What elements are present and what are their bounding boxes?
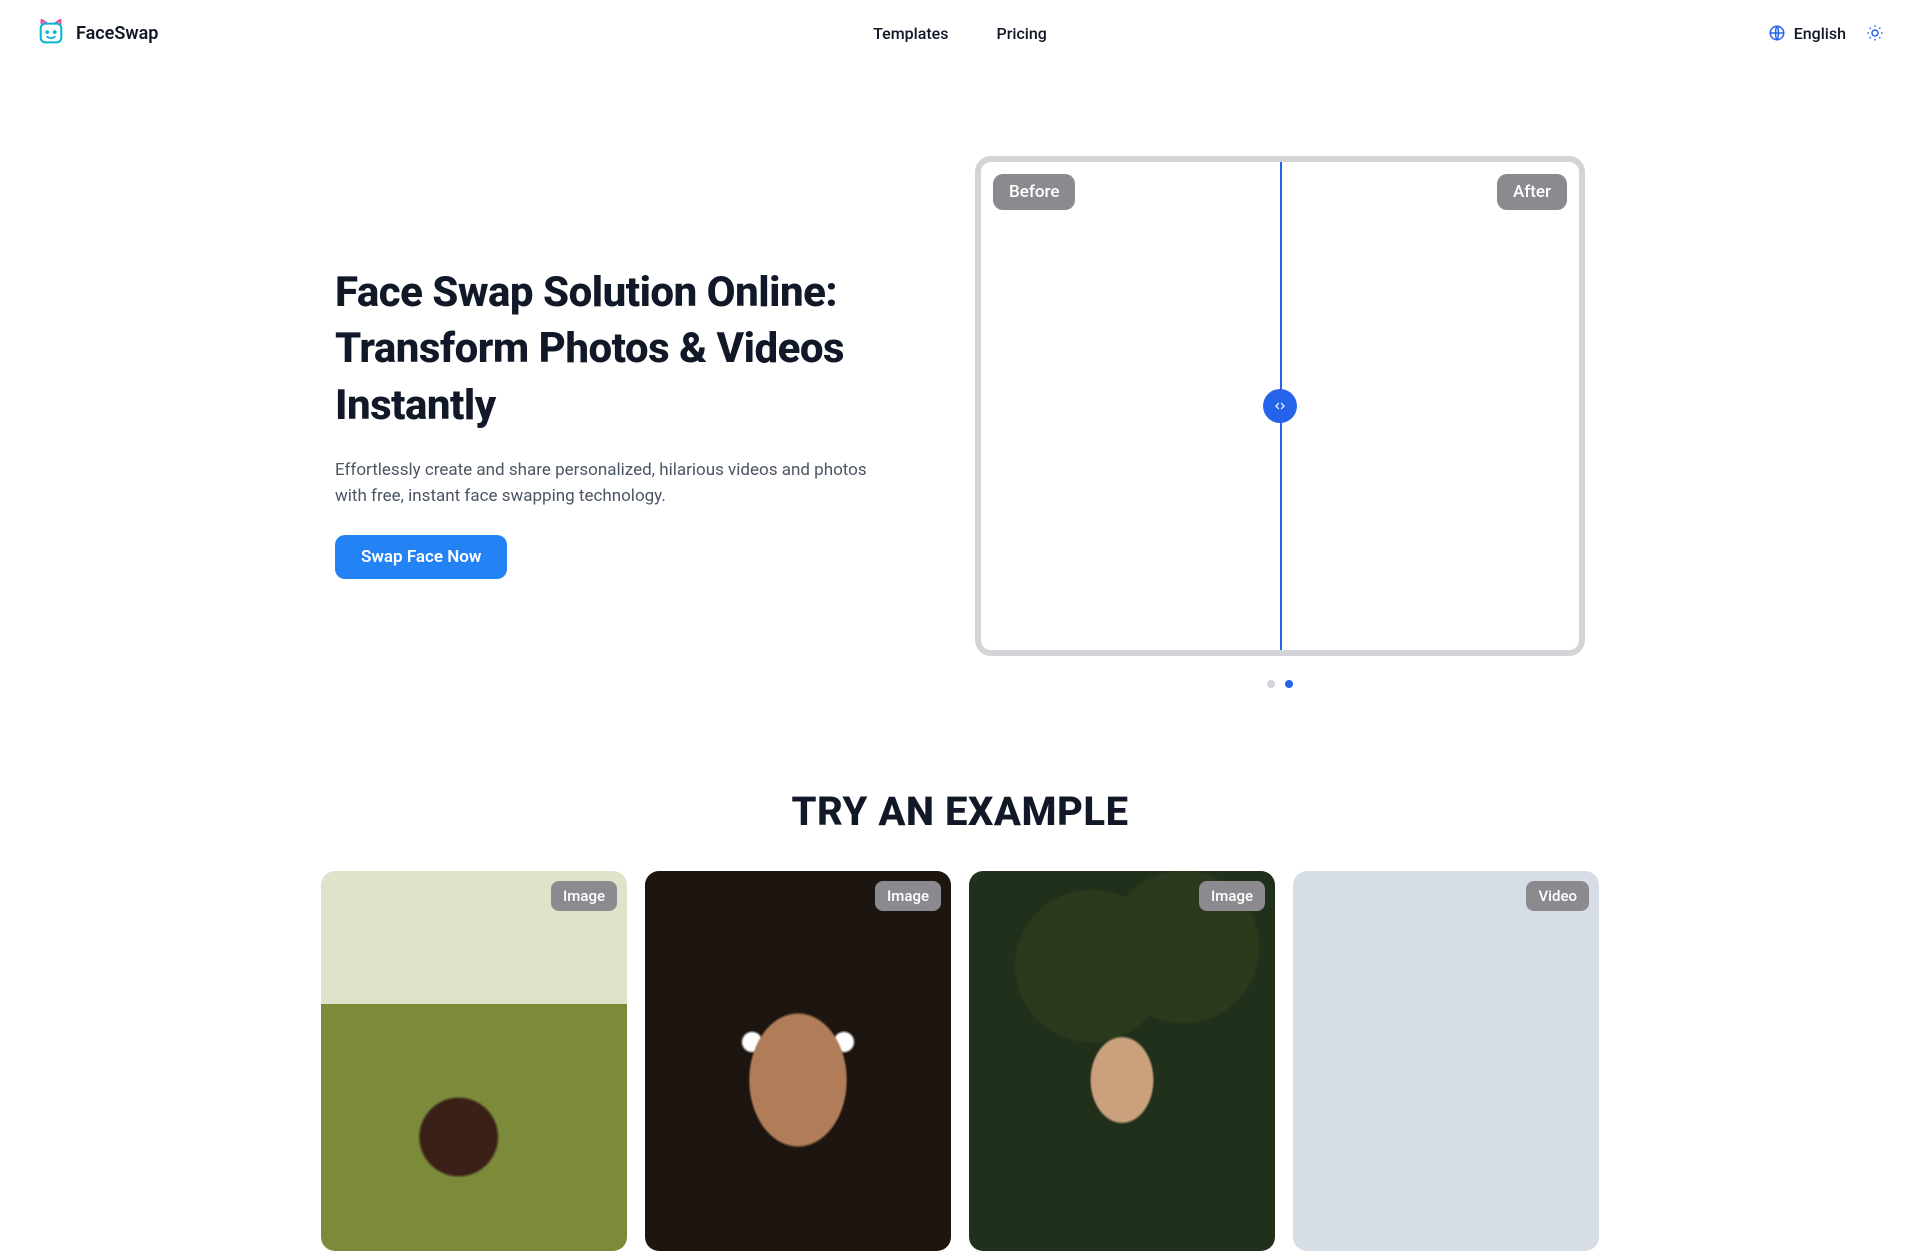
examples-title: TRY AN EXAMPLE	[0, 788, 1920, 835]
compare-handle[interactable]	[1263, 389, 1297, 423]
chevrons-icon	[1273, 399, 1287, 413]
compare-card: Before After	[975, 156, 1585, 656]
carousel-dot-2[interactable]	[1285, 680, 1293, 688]
theme-toggle[interactable]	[1866, 24, 1884, 42]
carousel-dot-1[interactable]	[1267, 680, 1275, 688]
example-badge: Image	[1199, 881, 1265, 911]
hero-text: Face Swap Solution Online: Transform Pho…	[335, 265, 915, 580]
nav-pricing[interactable]: Pricing	[996, 24, 1046, 43]
sun-icon	[1866, 24, 1884, 42]
example-badge: Image	[875, 881, 941, 911]
examples-row: Image Image Image Video	[0, 871, 1920, 1251]
brand-name: FaceSwap	[76, 23, 158, 44]
logo-group[interactable]: FaceSwap	[36, 18, 158, 48]
example-card-3[interactable]: Image	[969, 871, 1275, 1251]
carousel-dots	[975, 680, 1585, 688]
header-right: English	[1768, 24, 1884, 43]
hero-section: Face Swap Solution Online: Transform Pho…	[0, 66, 1920, 688]
language-label: English	[1794, 24, 1846, 43]
hero-subtitle: Effortlessly create and share personaliz…	[335, 457, 895, 510]
swap-face-button[interactable]: Swap Face Now	[335, 535, 507, 579]
globe-icon	[1768, 24, 1786, 42]
before-badge: Before	[993, 174, 1075, 210]
nav-templates[interactable]: Templates	[873, 24, 948, 43]
example-card-4[interactable]: Video	[1293, 871, 1599, 1251]
compare-wrapper: Before After	[975, 156, 1585, 688]
example-card-2[interactable]: Image	[645, 871, 951, 1251]
logo-icon	[36, 18, 66, 48]
example-badge: Video	[1526, 881, 1589, 911]
language-selector[interactable]: English	[1768, 24, 1846, 43]
example-card-1[interactable]: Image	[321, 871, 627, 1251]
example-badge: Image	[551, 881, 617, 911]
header: FaceSwap Templates Pricing English	[0, 0, 1920, 66]
hero-title: Face Swap Solution Online: Transform Pho…	[335, 265, 915, 435]
nav-center: Templates Pricing	[873, 24, 1047, 43]
after-badge: After	[1497, 174, 1567, 210]
